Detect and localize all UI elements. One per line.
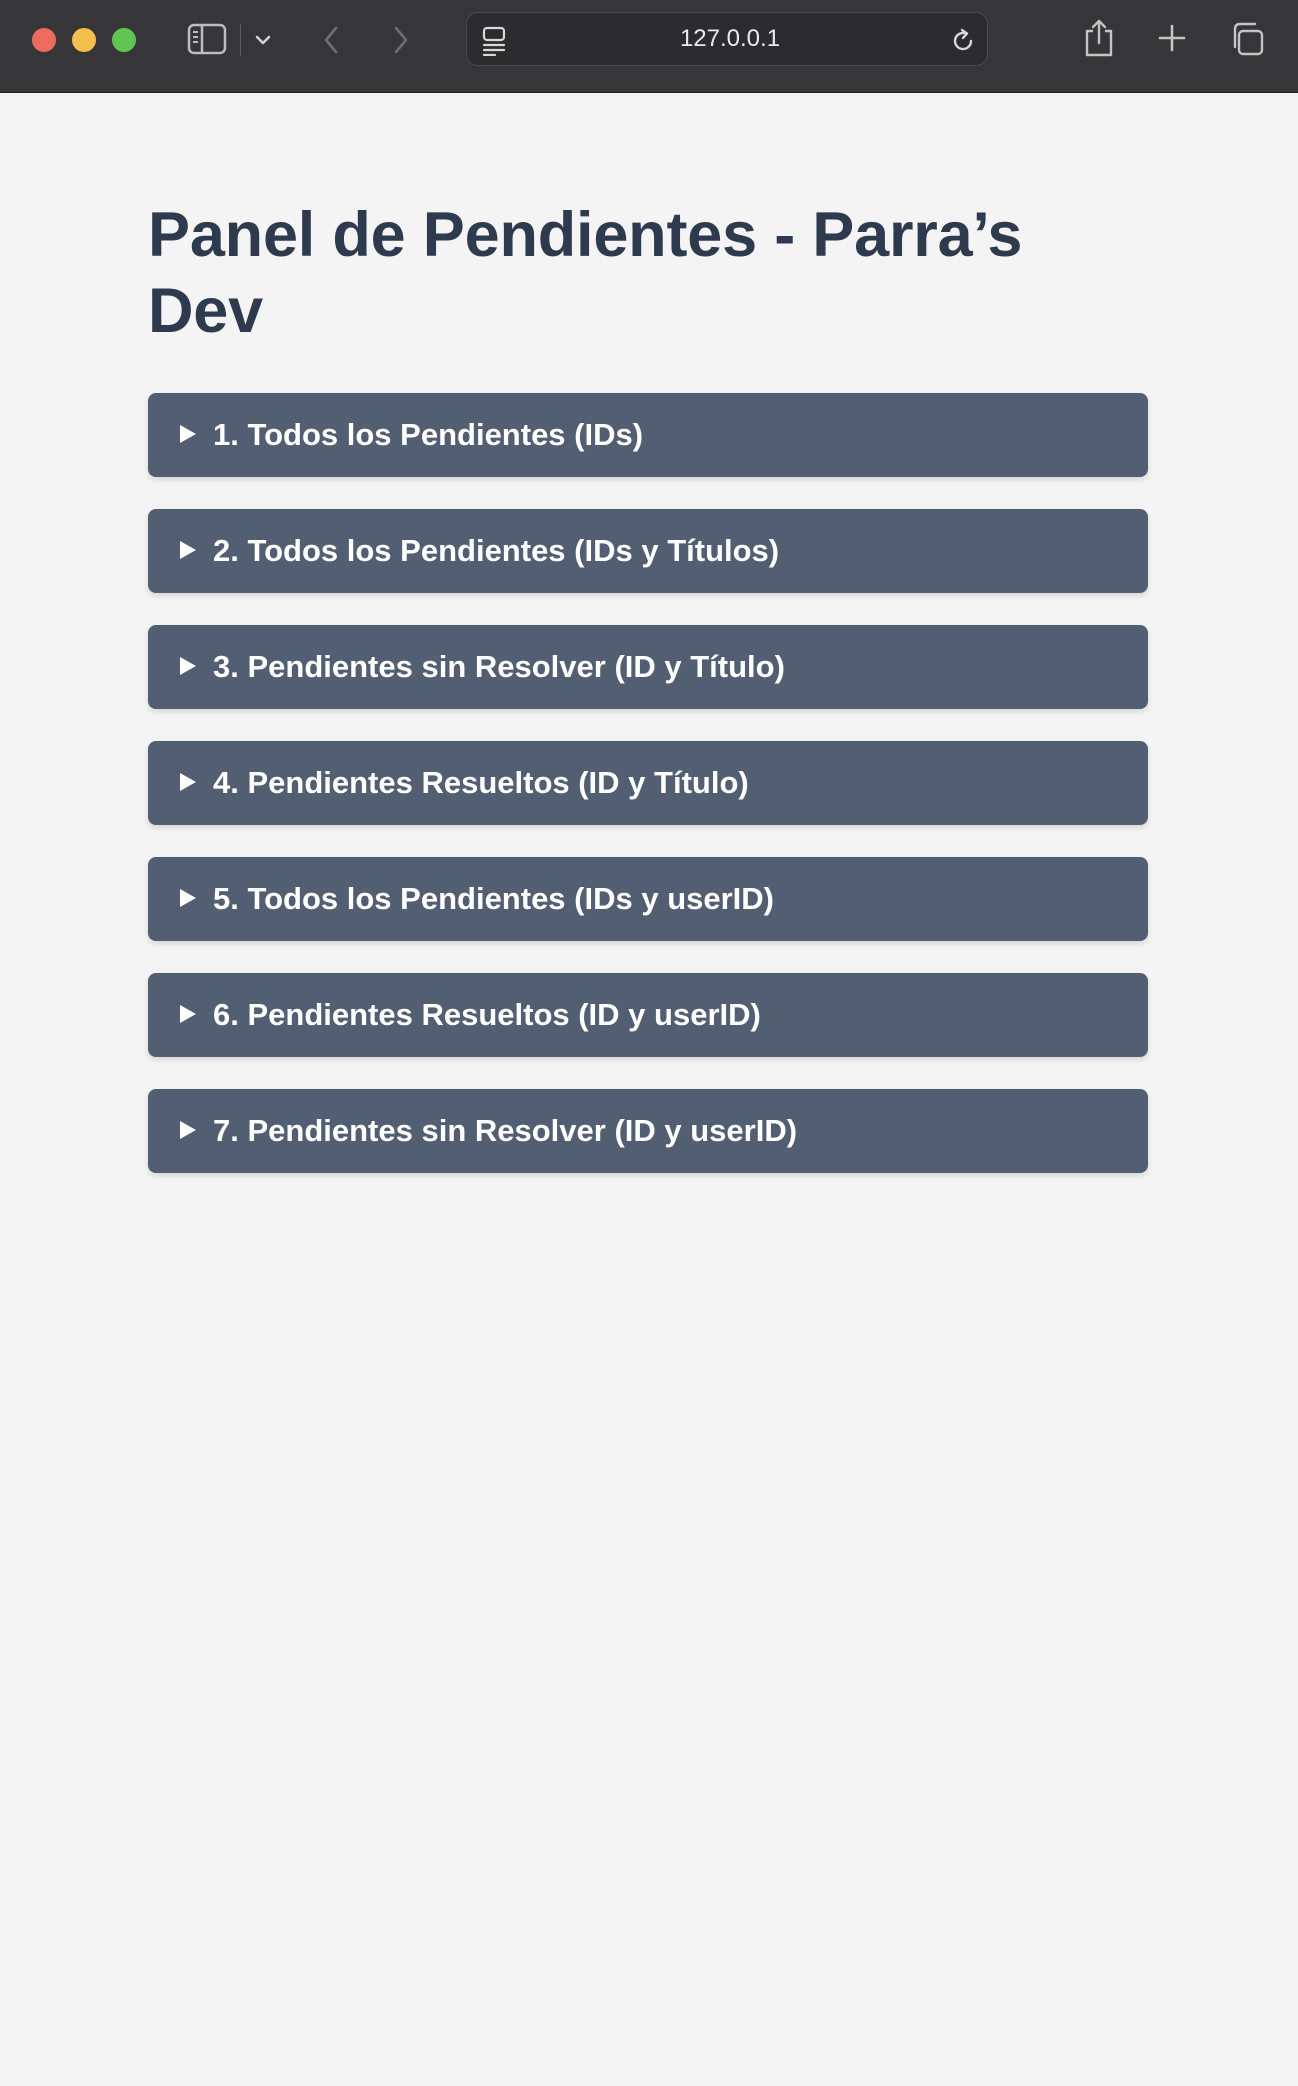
expand-arrow-icon <box>180 1005 196 1023</box>
expand-arrow-icon <box>180 889 196 907</box>
section-todos-ids-titulos[interactable]: 2. Todos los Pendientes (IDs y Títulos) <box>148 509 1148 593</box>
section-label: 7. Pendientes sin Resolver (ID y userID) <box>213 1113 798 1148</box>
page-menu-icon[interactable] <box>480 26 508 56</box>
section-label: 4. Pendientes Resueltos (ID y Título) <box>213 765 749 800</box>
tab-overview-icon[interactable] <box>1228 20 1266 58</box>
address-text[interactable]: 127.0.0.1 <box>600 24 860 54</box>
zoom-window-button[interactable] <box>112 28 136 52</box>
sidebar-icon[interactable] <box>186 20 228 58</box>
section-label: 3. Pendientes sin Resolver (ID y Título) <box>213 649 785 684</box>
section-label: 6. Pendientes Resueltos (ID y userID) <box>213 997 761 1032</box>
browser-toolbar: 127.0.0.1 <box>0 0 1298 93</box>
section-sin-resolver-id-titulo[interactable]: 3. Pendientes sin Resolver (ID y Título) <box>148 625 1148 709</box>
expand-arrow-icon <box>180 657 196 675</box>
chevron-down-icon[interactable] <box>250 26 276 54</box>
page-content: Panel de Pendientes - Parra’s Dev 1. Tod… <box>148 93 1148 1205</box>
forward-arrow-icon[interactable] <box>384 20 418 60</box>
section-todos-ids-userid[interactable]: 5. Todos los Pendientes (IDs y userID) <box>148 857 1148 941</box>
section-label: 2. Todos los Pendientes (IDs y Títulos) <box>213 533 780 568</box>
back-arrow-icon[interactable] <box>314 20 348 60</box>
expand-arrow-icon <box>180 425 196 443</box>
toolbar-divider <box>240 24 241 56</box>
section-sin-resolver-id-userid[interactable]: 7. Pendientes sin Resolver (ID y userID) <box>148 1089 1148 1173</box>
expand-arrow-icon <box>180 1121 196 1139</box>
section-resueltos-id-titulo[interactable]: 4. Pendientes Resueltos (ID y Título) <box>148 741 1148 825</box>
expand-arrow-icon <box>180 541 196 559</box>
expand-arrow-icon <box>180 773 196 791</box>
section-todos-ids[interactable]: 1. Todos los Pendientes (IDs) <box>148 393 1148 477</box>
reload-icon[interactable] <box>948 26 978 56</box>
close-window-button[interactable] <box>32 28 56 52</box>
section-label: 5. Todos los Pendientes (IDs y userID) <box>213 881 774 916</box>
minimize-window-button[interactable] <box>72 28 96 52</box>
share-icon[interactable] <box>1082 16 1116 60</box>
section-label: 1. Todos los Pendientes (IDs) <box>213 417 644 452</box>
section-list: 1. Todos los Pendientes (IDs) 2. Todos l… <box>148 393 1148 1173</box>
section-resueltos-id-userid[interactable]: 6. Pendientes Resueltos (ID y userID) <box>148 973 1148 1057</box>
page-title: Panel de Pendientes - Parra’s Dev <box>148 200 1023 346</box>
plus-icon[interactable] <box>1156 20 1188 56</box>
